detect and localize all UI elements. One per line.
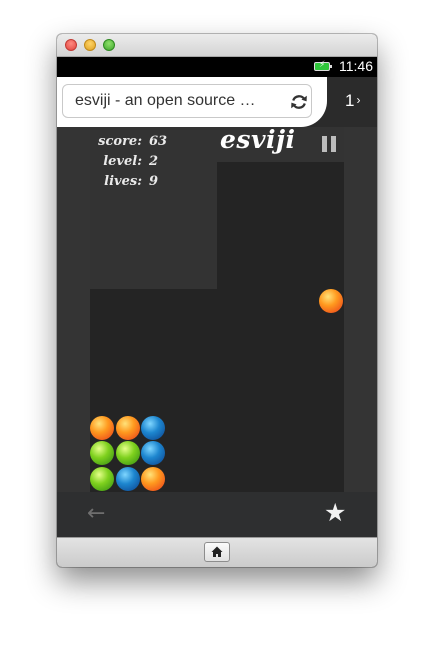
lives-label: lives: <box>104 174 142 189</box>
score-label: score: <box>98 134 142 149</box>
home-icon <box>211 546 223 557</box>
address-field[interactable]: esviji - an open source … <box>62 84 312 118</box>
tab-count: 1 <box>345 91 355 110</box>
home-bar <box>57 537 377 567</box>
grid-ball[interactable] <box>141 466 165 491</box>
game-board[interactable]: score: 63 level: 2 lives: 9 esviji <box>90 127 344 492</box>
grid-ball[interactable] <box>115 441 140 465</box>
web-content: score: 63 level: 2 lives: 9 esviji <box>57 127 377 492</box>
pause-icon[interactable] <box>322 136 338 152</box>
grid-ball[interactable] <box>90 415 114 440</box>
grid-ball[interactable] <box>90 466 114 491</box>
status-clock: 11:46 <box>339 58 373 74</box>
level-value: 2 <box>149 154 159 169</box>
score-value: 63 <box>149 134 168 149</box>
grid-ball[interactable] <box>141 415 165 440</box>
level-label: level: <box>103 154 142 169</box>
tab-switcher-button[interactable]: 1 › <box>345 91 360 111</box>
maximize-window-button[interactable] <box>103 39 115 51</box>
falling-ball[interactable] <box>319 289 343 313</box>
browser-url-bar: esviji - an open source … 1 › <box>57 77 377 127</box>
lives-value: 9 <box>149 174 159 189</box>
game-logo: esviji <box>220 127 296 154</box>
grid-ball[interactable] <box>90 441 114 465</box>
minimize-window-button[interactable] <box>84 39 96 51</box>
star-icon[interactable]: ★ <box>324 498 346 527</box>
browser-nav-bar: ← ★ <box>57 492 377 537</box>
back-arrow-icon[interactable]: ← <box>87 501 105 526</box>
app-window: ⚡ 11:46 esviji - an open source … 1 › sc… <box>57 34 377 567</box>
url-panel: esviji - an open source … <box>57 77 327 127</box>
status-bar: ⚡ 11:46 <box>57 57 377 77</box>
reload-icon[interactable] <box>289 92 309 112</box>
title-bar <box>57 34 377 57</box>
grid-ball[interactable] <box>141 441 165 465</box>
grid-ball[interactable] <box>115 466 140 491</box>
home-button[interactable] <box>204 542 230 562</box>
chevron-right-icon: › <box>356 93 361 107</box>
battery-charging-icon: ⚡ <box>314 60 332 71</box>
close-window-button[interactable] <box>65 39 77 51</box>
url-text[interactable]: esviji - an open source … <box>75 92 283 110</box>
grid-ball[interactable] <box>115 415 140 440</box>
